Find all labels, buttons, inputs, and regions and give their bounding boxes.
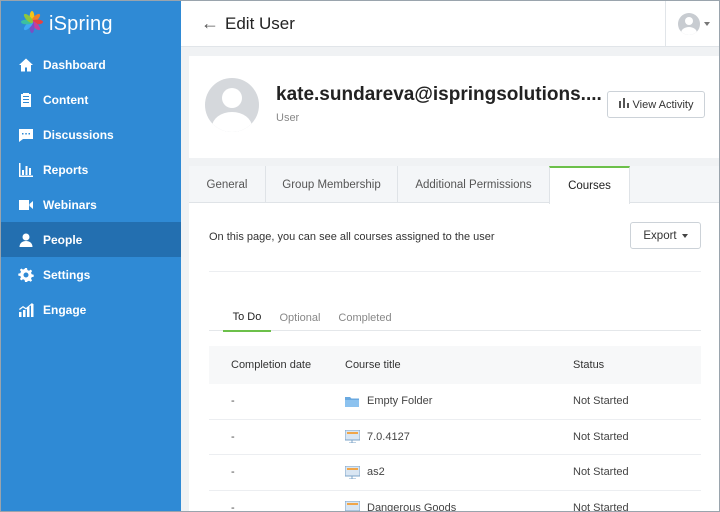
view-activity-button[interactable]: View Activity xyxy=(607,91,705,118)
home-icon xyxy=(17,56,35,74)
engage-icon xyxy=(17,301,35,319)
sidebar-item-label: Webinars xyxy=(43,197,97,212)
status-cell: Not Started xyxy=(573,466,629,479)
sidebar-item-label: Reports xyxy=(43,162,89,177)
completion-date-cell: - xyxy=(231,395,235,408)
course-title-cell[interactable]: Dangerous Goods xyxy=(345,501,573,512)
presentation-icon xyxy=(345,501,360,511)
table-row[interactable]: - as2 Not Started xyxy=(209,455,701,491)
course-title-cell[interactable]: 7.0.4127 xyxy=(345,430,573,444)
top-header: ← Edit User xyxy=(181,1,719,47)
chat-icon xyxy=(17,126,35,144)
course-filter-tabs: To Do Optional Completed xyxy=(209,304,701,332)
table-row[interactable]: - Dangerous Goods Not Started xyxy=(209,491,701,512)
completion-date-cell: - xyxy=(231,430,235,443)
course-title-cell[interactable]: as2 xyxy=(345,465,573,479)
courses-table: Completion date Course title Status - Em… xyxy=(209,346,701,512)
brand[interactable]: iSpring xyxy=(1,1,181,47)
course-title: as2 xyxy=(367,466,385,479)
sidebar-item-engage[interactable]: Engage xyxy=(1,292,181,327)
brand-name: iSpring xyxy=(49,12,113,35)
sidebar-item-label: Dashboard xyxy=(43,57,106,72)
bar-chart-icon xyxy=(17,161,35,179)
ispring-logo-icon xyxy=(21,10,43,38)
sidebar: iSpring Dashboard Content Discussions Re… xyxy=(1,1,181,511)
sidebar-item-discussions[interactable]: Discussions xyxy=(1,117,181,152)
column-course-title[interactable]: Course title xyxy=(345,359,573,371)
course-title: 7.0.4127 xyxy=(367,430,410,443)
sidebar-item-people[interactable]: People xyxy=(1,222,181,257)
gear-icon xyxy=(17,266,35,284)
sidebar-item-settings[interactable]: Settings xyxy=(1,257,181,292)
presentation-icon xyxy=(345,430,360,444)
profile-card: kate.sundareva@ispringsolutions.... User… xyxy=(189,56,719,158)
back-arrow-icon[interactable]: ← xyxy=(201,13,219,34)
table-header: Completion date Course title Status xyxy=(209,346,701,384)
completion-date-cell: - xyxy=(231,466,235,479)
tab-group-membership[interactable]: Group Membership xyxy=(266,166,398,203)
status-cell: Not Started xyxy=(573,430,629,443)
column-completion-date[interactable]: Completion date xyxy=(209,359,345,371)
user-role: User xyxy=(276,112,300,124)
status-cell: Not Started xyxy=(573,395,629,408)
export-label: Export xyxy=(643,229,677,242)
subtab-to-do[interactable]: To Do xyxy=(223,304,271,332)
chevron-down-icon xyxy=(681,233,688,238)
sidebar-item-content[interactable]: Content xyxy=(1,82,181,117)
content-icon xyxy=(17,91,35,109)
view-activity-label: View Activity xyxy=(632,98,694,111)
video-icon xyxy=(17,196,35,214)
table-row[interactable]: - Empty Folder Not Started xyxy=(209,384,701,420)
user-avatar xyxy=(205,78,259,132)
course-title: Dangerous Goods xyxy=(367,501,457,512)
sidebar-item-label: Content xyxy=(43,92,89,107)
sidebar-item-dashboard[interactable]: Dashboard xyxy=(1,47,181,82)
tab-bar: General Group Membership Additional Perm… xyxy=(189,166,719,204)
sidebar-item-reports[interactable]: Reports xyxy=(1,152,181,187)
tab-general[interactable]: General xyxy=(189,166,266,203)
status-cell: Not Started xyxy=(573,501,629,512)
sidebar-item-label: Settings xyxy=(43,267,91,282)
courses-intro-text: On this page, you can see all courses as… xyxy=(209,231,495,243)
chevron-down-icon xyxy=(703,21,710,26)
avatar xyxy=(677,12,700,35)
user-menu[interactable] xyxy=(665,1,719,46)
folder-icon xyxy=(345,395,360,408)
sidebar-item-label: Engage xyxy=(43,302,87,317)
user-email: kate.sundareva@ispringsolutions.... xyxy=(276,84,602,105)
sidebar-item-label: People xyxy=(43,232,83,247)
bar-chart-icon xyxy=(618,98,633,111)
column-status[interactable]: Status xyxy=(573,359,701,371)
course-title-cell[interactable]: Empty Folder xyxy=(345,395,573,408)
subtab-completed[interactable]: Completed xyxy=(333,304,397,331)
course-title: Empty Folder xyxy=(367,395,433,408)
person-icon xyxy=(17,231,35,249)
table-row[interactable]: - 7.0.4127 Not Started xyxy=(209,420,701,455)
completion-date-cell: - xyxy=(231,501,235,512)
app-window: iSpring Dashboard Content Discussions Re… xyxy=(0,0,720,512)
presentation-icon xyxy=(345,465,360,479)
sidebar-item-label: Discussions xyxy=(43,127,114,142)
subtab-optional[interactable]: Optional xyxy=(275,304,325,331)
tab-additional-permissions[interactable]: Additional Permissions xyxy=(398,166,550,203)
courses-panel: General Group Membership Additional Perm… xyxy=(189,166,719,512)
tab-courses[interactable]: Courses xyxy=(549,166,630,204)
page-title: Edit User xyxy=(225,13,295,33)
export-button[interactable]: Export xyxy=(630,222,701,249)
divider xyxy=(209,271,701,272)
sidebar-item-webinars[interactable]: Webinars xyxy=(1,187,181,222)
